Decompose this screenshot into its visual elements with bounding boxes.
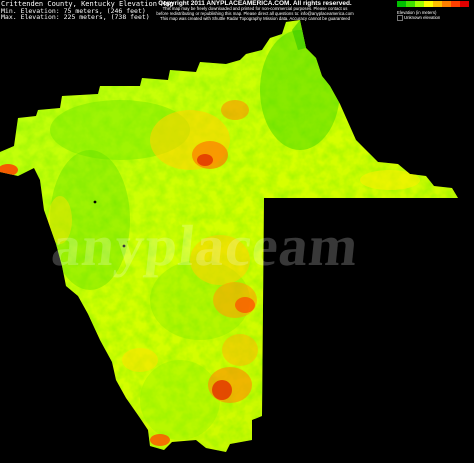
legend-swatch: [442, 1, 451, 7]
credit-line: This map was created with Shuttle Radar …: [159, 15, 351, 21]
unknown-swatch: [397, 15, 403, 21]
legend-unknown-label: Unknown elevation: [397, 15, 440, 21]
legend-color-bar: [397, 1, 469, 7]
legend-swatch: [433, 1, 442, 7]
legend-unknown-text: Unknown elevation: [404, 15, 441, 21]
legend-swatch: [415, 1, 424, 7]
max-elevation-label: Max. Elevation: 225 meters, (738 feet): [1, 13, 150, 21]
legend-swatch: [424, 1, 433, 7]
legend-swatch: [460, 1, 469, 7]
legend-swatch: [451, 1, 460, 7]
town-marker: [93, 200, 97, 204]
copyright-notice: Copyright 2011 ANYPLACEAMERICA.COM. All …: [140, 0, 370, 21]
legend-swatch: [397, 1, 406, 7]
legend-swatch: [406, 1, 415, 7]
elevation-map: [0, 20, 458, 452]
town-marker: [122, 244, 126, 248]
elevation-legend: Elevation (in meters) Unknown elevation: [395, 0, 474, 22]
